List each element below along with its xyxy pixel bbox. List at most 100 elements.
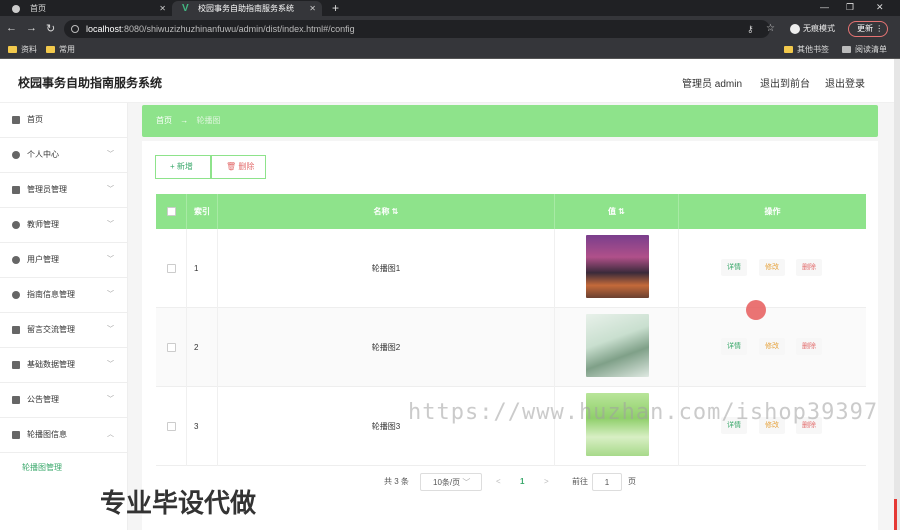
breadcrumb-home[interactable]: 首页 (156, 116, 172, 125)
chevron-down-icon: ﹀ (107, 256, 114, 263)
update-button[interactable]: 更新 ⋮ (848, 21, 888, 37)
row-checkbox[interactable] (166, 422, 176, 432)
url-field[interactable]: localhost:8080/shiwuzizhuzhinanfuwu/admi… (64, 20, 770, 38)
column-header-name-label: 名称 (373, 207, 390, 216)
folder-icon (46, 46, 55, 54)
page-size-select[interactable]: 10条/页 ﹀ (420, 473, 482, 491)
user-icon (12, 151, 20, 159)
chevron-down-icon: ﹀ (107, 396, 114, 403)
globe-icon (12, 5, 20, 13)
browser-tab-active[interactable]: V 校园事务自助指南服务系统 ✕ (172, 1, 322, 16)
bookmark-folder[interactable]: 资料 (8, 42, 37, 58)
select-all-checkbox[interactable] (166, 207, 176, 217)
next-page-button[interactable]: > (544, 473, 549, 491)
column-header-value[interactable]: 值 ⇅ (555, 194, 679, 229)
sort-icon[interactable]: ⇅ (392, 207, 399, 216)
prev-page-button[interactable]: < (496, 473, 501, 491)
carousel-image-thumbnail[interactable] (586, 314, 649, 377)
bookmark-label: 阅读清单 (855, 45, 887, 54)
delete-button[interactable]: 删除 (796, 338, 822, 355)
sidebar-item-carousel[interactable]: 轮播图信息 ︿ (0, 418, 128, 453)
sidebar-item-profile[interactable]: 个人中心 ﹀ (0, 138, 128, 173)
sidebar-item-guides[interactable]: 指南信息管理 ﹀ (0, 278, 128, 313)
forward-icon[interactable]: → (26, 22, 37, 34)
sidebar-item-label: 留言交流管理 (27, 325, 75, 334)
browser-tab-label: 校园事务自助指南服务系统 (198, 4, 294, 13)
users-icon (12, 256, 20, 264)
browser-tab-bar: 首页 ✕ V 校园事务自助指南服务系统 ✕ + — ❐ ✕ (0, 0, 900, 16)
minimize-icon[interactable]: — (820, 0, 829, 14)
edit-button[interactable]: 修改 (759, 259, 785, 276)
message-icon (12, 326, 20, 334)
window-close-icon[interactable]: ✕ (876, 0, 884, 14)
teacher-icon (12, 221, 20, 229)
bookmarks-bar: 资料 常用 其他书签 阅读清单 (0, 42, 900, 59)
browser-tab-label: 首页 (30, 4, 46, 13)
sidebar-item-home[interactable]: 首页 (0, 103, 128, 138)
batch-delete-button[interactable]: 🗑 删除 (211, 155, 266, 179)
detail-button[interactable]: 详情 (721, 259, 747, 276)
bookmark-star-icon[interactable]: ☆ (766, 23, 775, 34)
logout-link[interactable]: 退出登录 (825, 75, 865, 90)
new-tab-icon[interactable]: + (332, 0, 339, 16)
sidebar-item-teachers[interactable]: 教师管理 ﹀ (0, 208, 128, 243)
browser-tab-home[interactable]: 首页 ✕ (0, 1, 172, 16)
chevron-down-icon: ﹀ (107, 221, 114, 228)
column-header-actions: 操作 (764, 207, 781, 216)
profile-button[interactable]: 无痕模式 (790, 23, 835, 34)
add-button[interactable]: + 新增 (155, 155, 211, 179)
bookmark-folder[interactable]: 其他书签 (784, 42, 829, 58)
vue-icon: V (182, 3, 189, 14)
goto-page-input[interactable]: 1 (592, 473, 622, 491)
row-checkbox[interactable] (166, 264, 176, 274)
app-title: 校园事务自助指南服务系统 (18, 76, 163, 90)
bookmark-folder[interactable]: 常用 (46, 42, 75, 58)
sidebar-item-admins[interactable]: 管理员管理 ﹀ (0, 173, 128, 208)
bookmark-label: 常用 (59, 45, 75, 54)
profile-label: 无痕模式 (803, 24, 835, 33)
current-page-number[interactable]: 1 (520, 473, 524, 491)
exit-to-front-link[interactable]: 退出到前台 (760, 75, 810, 90)
mouse-cursor-highlight (746, 300, 766, 320)
sidebar-item-users[interactable]: 用户管理 ﹀ (0, 243, 128, 278)
app-header: 校园事务自助指南服务系统 管理员 admin 退出到前台 退出登录 (0, 59, 894, 103)
page-suffix: 页 (628, 477, 636, 486)
sidebar-item-basic-data[interactable]: 基础数据管理 ﹀ (0, 348, 128, 383)
row-name: 轮播图1 (218, 229, 555, 308)
promo-text: 专业毕设代做 (100, 488, 257, 518)
sidebar-item-label: 用户管理 (27, 255, 59, 264)
browser-address-bar: ← → ↻ localhost:8080/shiwuzizhuzhinanfuw… (0, 16, 900, 42)
close-icon[interactable]: ✕ (309, 1, 316, 16)
sidebar-subitem-carousel-manage[interactable]: 轮播图管理 (0, 454, 128, 482)
back-icon[interactable]: ← (6, 22, 17, 34)
reload-icon[interactable]: ↻ (46, 22, 55, 35)
admin-label: 管理员 admin (682, 79, 743, 90)
restore-icon[interactable]: ❐ (846, 0, 854, 14)
guide-icon (12, 291, 20, 299)
pagination-total: 共 3 条 (384, 477, 409, 486)
site-info-icon[interactable] (71, 25, 79, 33)
key-icon[interactable]: ⚷ (747, 24, 754, 35)
row-checkbox-cell (156, 229, 187, 308)
chevron-down-icon: ﹀ (107, 291, 114, 298)
scrollbar-edge (894, 59, 900, 530)
delete-button[interactable]: 删除 (796, 259, 822, 276)
sort-icon[interactable]: ⇅ (618, 207, 625, 216)
chevron-down-icon: ﹀ (107, 186, 114, 193)
reading-list[interactable]: 阅读清单 (842, 42, 887, 58)
data-icon (12, 361, 20, 369)
folder-icon (8, 46, 17, 54)
breadcrumb-arrow: → (180, 116, 189, 125)
carousel-image-thumbnail[interactable] (586, 235, 649, 298)
chevron-down-icon: ﹀ (107, 151, 114, 158)
row-checkbox[interactable] (166, 343, 176, 353)
sidebar-item-notices[interactable]: 公告管理 ﹀ (0, 383, 128, 418)
detail-button[interactable]: 详情 (721, 338, 747, 355)
chevron-down-icon: ﹀ (462, 478, 471, 487)
row-name: 轮播图2 (218, 308, 555, 387)
close-icon[interactable]: ✕ (159, 1, 166, 16)
goto-label: 前往 (572, 477, 588, 486)
column-header-name[interactable]: 名称 ⇅ (218, 194, 555, 229)
sidebar-item-messages[interactable]: 留言交流管理 ﹀ (0, 313, 128, 348)
edit-button[interactable]: 修改 (759, 338, 785, 355)
